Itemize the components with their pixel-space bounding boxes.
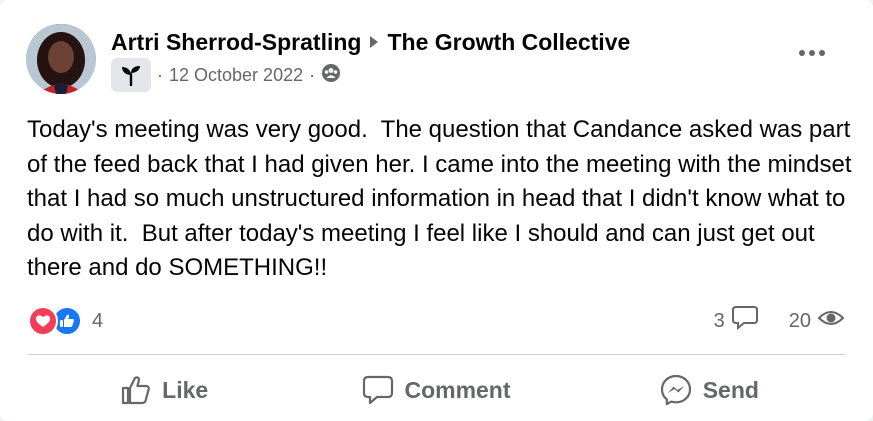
post-body: Today's meeting was very good. The quest… <box>27 116 859 281</box>
actions-divider <box>28 354 845 355</box>
like-button[interactable]: Like <box>28 366 300 414</box>
group-audience-icon <box>321 63 341 88</box>
sprout-icon[interactable] <box>111 58 151 92</box>
post-stats: 3 20 <box>714 305 845 337</box>
post-meta: · 12 October 2022 · <box>111 58 341 92</box>
meta-separator: · <box>157 64 163 85</box>
comment-button[interactable]: Comment <box>300 366 572 414</box>
reactions-count: 4 <box>92 309 104 332</box>
messenger-icon <box>659 373 693 407</box>
post-header-title: Artri Sherrod-Spratling The Growth Colle… <box>111 27 630 57</box>
meta-separator: · <box>309 64 316 85</box>
comment-icon <box>362 374 394 406</box>
send-button[interactable]: Send <box>573 366 845 414</box>
send-label: Send <box>702 376 759 403</box>
eye-icon <box>817 308 845 334</box>
post-actions: Like Comment Send <box>28 364 845 416</box>
group-name[interactable]: The Growth Collective <box>387 29 630 56</box>
comment-bubble-icon <box>731 305 759 337</box>
triangle-right-icon <box>367 35 381 49</box>
more-options-icon[interactable] <box>792 38 832 68</box>
post-card: Artri Sherrod-Spratling The Growth Colle… <box>0 0 873 421</box>
thumbs-up-icon <box>120 374 152 406</box>
avatar-image <box>26 24 96 94</box>
author-name[interactable]: Artri Sherrod-Spratling <box>111 29 361 56</box>
comments-count[interactable]: 3 <box>714 310 725 333</box>
views-count: 20 <box>788 309 811 332</box>
like-label: Like <box>162 376 209 403</box>
post-date[interactable]: 12 October 2022 <box>169 65 303 86</box>
comment-label: Comment <box>404 376 511 403</box>
reactions-summary[interactable]: 4 <box>28 305 103 337</box>
love-reaction-icon <box>28 306 58 336</box>
author-avatar[interactable] <box>26 24 96 94</box>
